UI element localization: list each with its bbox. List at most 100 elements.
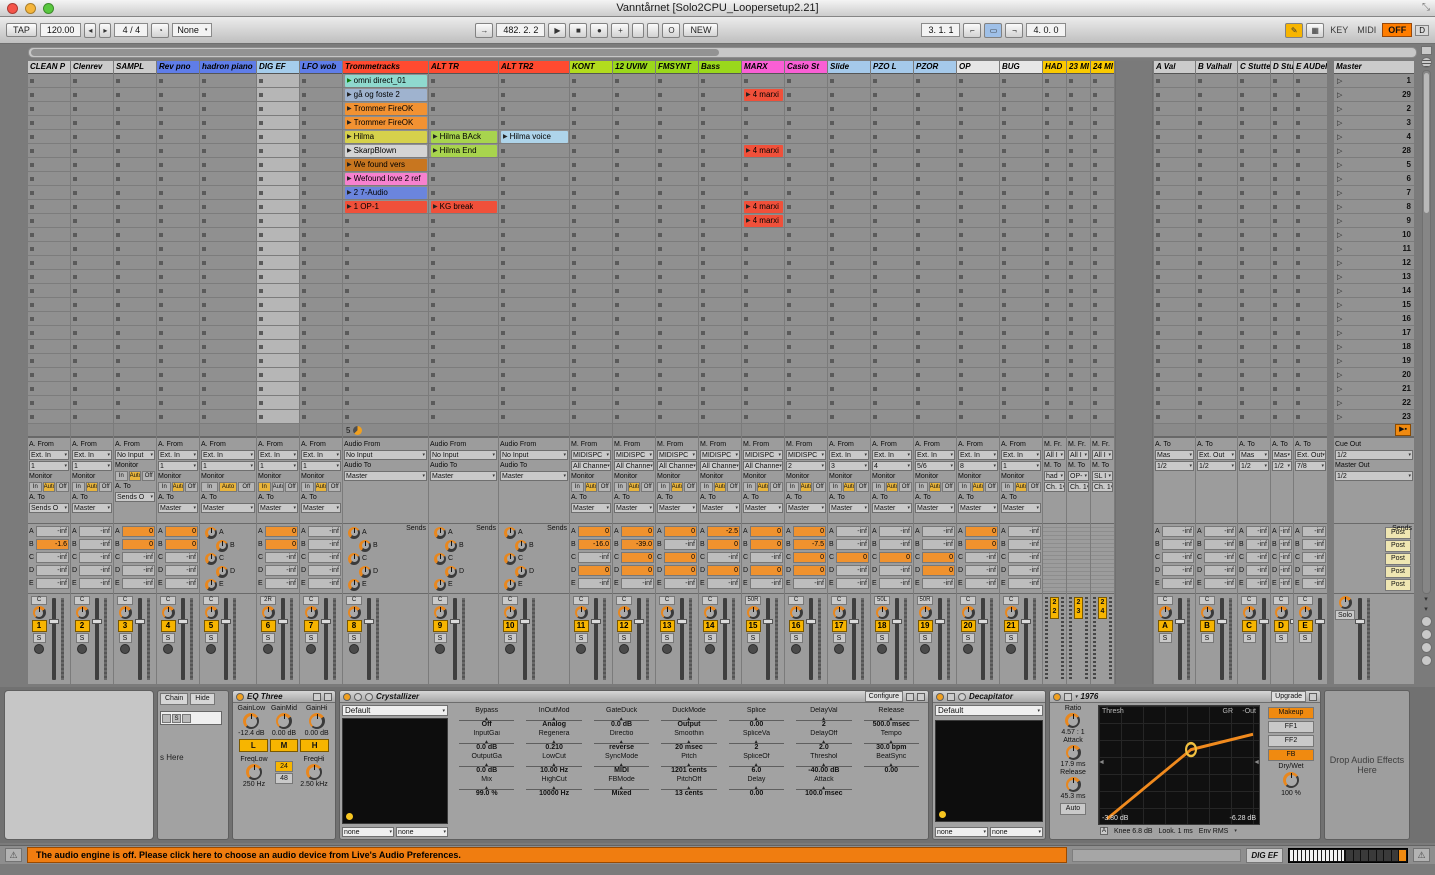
clip-stop-icon[interactable] — [202, 135, 206, 139]
volume-fader[interactable] — [523, 598, 527, 680]
send-amount[interactable]: -inf — [79, 526, 112, 537]
clip-stop-icon[interactable] — [1045, 415, 1049, 419]
param-slider[interactable]: ▲ — [526, 783, 581, 790]
clip-slot[interactable] — [1294, 410, 1327, 424]
io-select[interactable]: 4▾ — [872, 461, 912, 471]
clip-slot[interactable] — [1067, 116, 1090, 130]
clip-stop-icon[interactable] — [1045, 93, 1049, 97]
clip-slot[interactable]: ▶Hilma End — [429, 144, 498, 158]
clip-slot[interactable] — [257, 326, 299, 340]
clip-stop-icon[interactable] — [1093, 331, 1097, 335]
clip-stop-icon[interactable] — [1045, 219, 1049, 223]
clip-slot[interactable] — [828, 116, 870, 130]
clip-slot[interactable] — [343, 410, 428, 424]
clip-slot[interactable] — [300, 410, 342, 424]
clip-slot[interactable]: ▶1 OP-1 — [343, 200, 428, 214]
clip-slot[interactable] — [742, 130, 784, 144]
clip-slot[interactable] — [613, 396, 655, 410]
clip-slot[interactable] — [1091, 368, 1114, 382]
scene-slot[interactable]: ▷6 — [1334, 172, 1414, 186]
clip-stop-icon[interactable] — [202, 303, 206, 307]
track-header[interactable]: C Stutter — [1238, 61, 1270, 74]
clip-stop-icon[interactable] — [916, 247, 920, 251]
param-value[interactable]: -12.4 dB — [235, 730, 267, 737]
clip-slot[interactable] — [200, 410, 256, 424]
pan-knob[interactable] — [262, 606, 275, 619]
clip-slot[interactable] — [1043, 172, 1066, 186]
clip-stop-icon[interactable] — [916, 275, 920, 279]
clip-stop-icon[interactable] — [615, 219, 619, 223]
clip-stop-icon[interactable] — [1156, 79, 1160, 83]
clip-stop-icon[interactable] — [1296, 107, 1300, 111]
ff1-button[interactable]: FF1 — [1268, 721, 1314, 733]
pan-value[interactable]: C — [31, 596, 47, 605]
io-select[interactable]: All Channe▾ — [700, 461, 740, 471]
clip-play-icon[interactable]: ▶ — [433, 145, 438, 157]
solo-button[interactable]: S — [119, 633, 132, 643]
io-select[interactable]: Master▾ — [657, 503, 697, 513]
clip-stop-icon[interactable] — [30, 387, 34, 391]
vertical-scrollbar-thumb[interactable] — [1424, 73, 1429, 213]
io-select[interactable]: had▾ — [1044, 471, 1065, 481]
clip-slot[interactable] — [28, 298, 70, 312]
clip-slot[interactable] — [957, 88, 999, 102]
clip-stop-icon[interactable] — [30, 219, 34, 223]
clip-stop-icon[interactable] — [916, 373, 920, 377]
arm-button[interactable] — [1006, 644, 1016, 654]
clip-slot[interactable] — [1043, 284, 1066, 298]
solo-button[interactable]: Solo — [1335, 610, 1355, 620]
clip-stop-icon[interactable] — [916, 289, 920, 293]
clip-stop-icon[interactable] — [1240, 303, 1244, 307]
clip-slot[interactable] — [200, 186, 256, 200]
clip-stop-icon[interactable] — [30, 121, 34, 125]
clip-slot[interactable] — [1067, 284, 1090, 298]
clip-slot[interactable] — [1154, 116, 1195, 130]
solo-button[interactable]: S — [876, 633, 889, 643]
slope-48-button[interactable]: 48 — [275, 773, 293, 784]
param-value[interactable]: -40.00 dB — [793, 767, 854, 774]
clip-slot[interactable] — [785, 326, 827, 340]
clip-stop-icon[interactable] — [73, 135, 77, 139]
clip-slot[interactable] — [1091, 88, 1114, 102]
send-amount[interactable]: 0 — [922, 552, 955, 563]
clip-slot[interactable] — [1043, 88, 1066, 102]
clip-slot[interactable] — [1238, 228, 1270, 242]
clip-slot[interactable] — [871, 144, 913, 158]
clip[interactable]: ▶4 marxi — [744, 215, 783, 227]
clip-slot[interactable] — [499, 410, 569, 424]
track-activator[interactable]: 22 — [1050, 597, 1059, 619]
mod-source-select[interactable]: none▾ — [990, 827, 1043, 837]
scroll-down-icon[interactable]: ▾ — [1424, 606, 1428, 614]
clip-stop-icon[interactable] — [615, 149, 619, 153]
clip-stop-icon[interactable] — [873, 275, 877, 279]
fader-thumb[interactable] — [1355, 619, 1365, 624]
send-amount[interactable]: 0 — [664, 526, 697, 537]
clip-slot[interactable] — [871, 242, 913, 256]
clip-stop-icon[interactable] — [345, 317, 349, 321]
send-amount[interactable]: -inf — [707, 578, 740, 589]
quantize-menu[interactable]: None▾ — [172, 23, 212, 37]
clip-stop-icon[interactable] — [159, 275, 163, 279]
clip-slot[interactable] — [1271, 88, 1293, 102]
clip-stop-icon[interactable] — [501, 205, 505, 209]
clip-slot[interactable] — [957, 228, 999, 242]
clip-slot[interactable] — [429, 242, 498, 256]
param-value[interactable]: reverse — [591, 744, 652, 751]
clip-stop-icon[interactable] — [744, 345, 748, 349]
clip-slot[interactable] — [343, 354, 428, 368]
clip-slot[interactable] — [1196, 144, 1237, 158]
scene-play-icon[interactable]: ▷ — [1337, 329, 1342, 337]
clip-slot[interactable] — [429, 172, 498, 186]
clip-stop-icon[interactable] — [830, 205, 834, 209]
track-header[interactable]: ALT TR — [429, 61, 498, 74]
clip-slot[interactable] — [28, 158, 70, 172]
scene-slot[interactable]: ▷23 — [1334, 410, 1414, 424]
clip-stop-icon[interactable] — [744, 401, 748, 405]
clip-stop-icon[interactable] — [1198, 387, 1202, 391]
clip-stop-icon[interactable] — [959, 303, 963, 307]
clip-slot[interactable] — [157, 382, 199, 396]
pan-value[interactable]: C — [702, 596, 718, 605]
clip-slot[interactable] — [785, 368, 827, 382]
param-value[interactable]: 500.0 msec — [861, 721, 922, 728]
clip-stop-icon[interactable] — [1240, 261, 1244, 265]
